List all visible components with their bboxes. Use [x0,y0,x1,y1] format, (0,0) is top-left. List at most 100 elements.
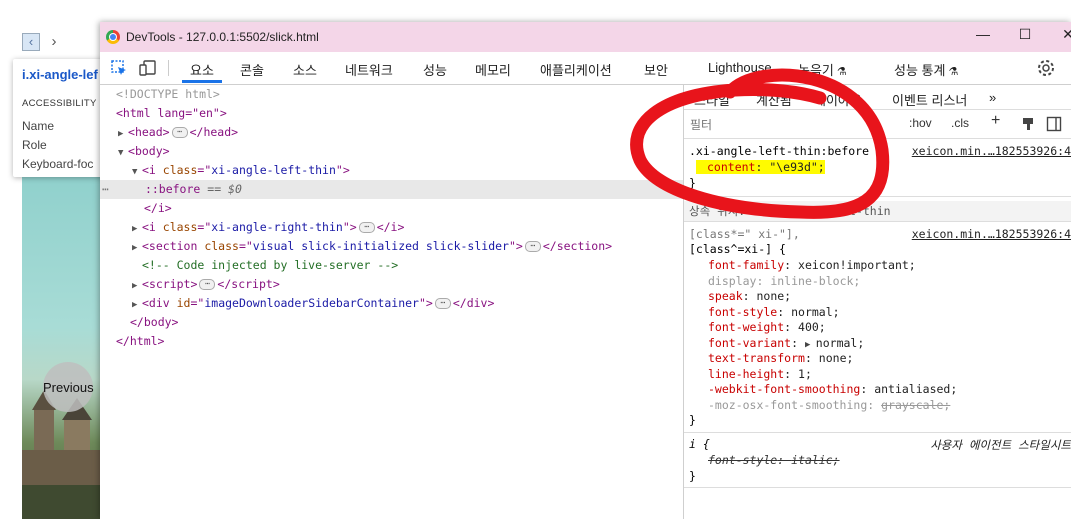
script-close-tag-name: script [231,277,273,291]
close-icon[interactable]: ✕ [1057,26,1071,43]
decl-prop[interactable]: -webkit-font-smoothing [708,382,860,396]
arrow-left-icon[interactable]: ‹ [22,33,40,51]
dom-line-i-close[interactable]: </i> [100,199,683,218]
paint-brush-icon[interactable] [1020,116,1036,132]
decl-value[interactable]: inline-block; [770,274,860,288]
dom-line-section[interactable]: ▶ <section class="visual slick-initialize… [100,237,683,256]
subtab-styles[interactable]: 스타일 [694,90,730,109]
tab-memory[interactable]: 메모리 [475,60,511,79]
decl-value[interactable]: antialiased; [874,382,957,396]
rule2-decl-font-style[interactable]: font-style: normal; [708,305,840,321]
tab-performance-insights[interactable]: 성능 통계 ⚗ [894,60,958,79]
styles-filter-input[interactable] [688,114,900,135]
hov-button[interactable]: :hov [909,116,932,130]
tab-elements[interactable]: 요소 [190,60,214,79]
tab-lighthouse[interactable]: Lighthouse [708,60,772,75]
tab-network[interactable]: 네트워크 [345,60,393,79]
decl-prop[interactable]: line-height [708,367,784,381]
decl-prop[interactable]: font-style [708,453,777,467]
add-rule-icon[interactable]: + [991,112,1000,130]
rule2-decl-speak[interactable]: speak: none; [708,289,791,305]
dom-line-comment[interactable]: <!-- Code injected by live-server --> [100,256,683,275]
rule2-selector2[interactable]: [class^=xi-] { [689,242,786,258]
rule3-declaration[interactable]: font-style: italic; [708,453,840,469]
dom-line-script[interactable]: ▶ <script> ⋯ </script> [100,275,683,294]
inspect-element-icon[interactable] [110,59,128,77]
collapsed-content-icon[interactable]: ⋯ [524,241,541,252]
dom-line-i-right[interactable]: ▶ <i class="xi-angle-right-thin"> ⋯ </i> [100,218,683,237]
settings-gear-icon[interactable] [1037,59,1055,77]
more-options-icon[interactable]: ⋯ [100,182,109,196]
collapsed-content-icon[interactable]: ⋯ [171,127,188,138]
dom-line-body[interactable]: ▼ <body> [100,142,683,161]
dom-line-i-left[interactable]: ▼ <i class="xi-angle-left-thin"> [100,161,683,180]
tooltip-row-keyboard: Keyboard-foc [22,157,94,171]
tab-security[interactable]: 보안 [644,60,668,79]
decl-value[interactable]: 1; [798,367,812,381]
dom-line-head[interactable]: ▶ <head> ⋯ </head> [100,123,683,142]
rule2-decl-moz-smoothing[interactable]: -moz-osx-font-smoothing: grayscale; [708,398,950,414]
decl-value[interactable]: grayscale; [881,398,950,412]
rule1-selector[interactable]: .xi-angle-left-thin:before { [689,144,883,160]
rule1-declaration[interactable]: content: "\e93d"; [696,160,825,176]
dom-line-body-close[interactable]: </body> [100,313,683,332]
subtab-computed[interactable]: 계산됨 [756,90,792,109]
rule2-decl-font-weight[interactable]: font-weight: 400; [708,320,826,336]
rule2-decl-font-variant[interactable]: font-variant: ▶ normal; [708,336,864,352]
collapsed-content-icon[interactable]: ⋯ [434,298,451,309]
dom-line-before-selected[interactable]: ⋯::before == $0 [100,180,683,199]
rule1-source-link[interactable]: xeicon.min.…182553926:4 [912,144,1071,158]
cls-button[interactable]: .cls [951,116,969,130]
rule2-source-link[interactable]: xeicon.min.…182553926:4 [912,227,1071,241]
rule2-decl-webkit-smoothing[interactable]: -webkit-font-smoothing: antialiased; [708,382,957,398]
subtab-layout[interactable]: 레이아웃 [814,90,862,109]
decl-value[interactable]: xeicon!important; [798,258,916,272]
collapsed-content-icon[interactable]: ⋯ [199,279,216,290]
rule1-prop[interactable]: content [696,160,755,174]
arrow-right-icon[interactable]: › [46,34,62,50]
minimize-icon[interactable]: — [972,26,994,42]
decl-prop[interactable]: font-variant [708,336,791,350]
decl-prop[interactable]: display [708,274,756,288]
subtab-more-icon[interactable]: » [989,90,996,105]
tab-recorder[interactable]: 녹음기 ⚗ [798,60,847,79]
decl-value[interactable]: 400; [798,320,826,334]
toggle-sidebar-icon[interactable] [1046,116,1062,132]
decl-prop[interactable]: font-family [708,258,784,272]
collapsed-content-icon[interactable]: ⋯ [358,222,375,233]
decl-value[interactable]: italic; [791,453,839,467]
decl-prop[interactable]: speak [708,289,743,303]
decl-value[interactable]: none; [756,289,791,303]
maximize-icon[interactable]: ☐ [1014,26,1036,43]
decl-prop[interactable]: font-weight [708,320,784,334]
dom-line-html[interactable]: <html lang="en"> [100,104,683,123]
decl-value[interactable]: normal; [816,336,864,350]
rule2-decl-font-family[interactable]: font-family: xeicon!important; [708,258,916,274]
decl-prop[interactable]: font-style [708,305,777,319]
dom-line-html-close[interactable]: </html> [100,332,683,351]
rule2-decl-text-transform[interactable]: text-transform: none; [708,351,853,367]
styles-filter-bar: :hov .cls + [684,109,1071,139]
previous-label[interactable]: Previous [43,380,94,395]
rule1-value[interactable]: "\e93d"; [769,160,824,174]
dom-line-div[interactable]: ▶ <div id="imageDownloaderSidebarContaine… [100,294,683,313]
decl-prop[interactable]: -moz-osx-font-smoothing [708,398,867,412]
decl-prop[interactable]: text-transform [708,351,805,365]
title-bar[interactable]: DevTools - 127.0.0.1:5502/slick.html — ☐… [100,22,1071,52]
subtab-event-listeners[interactable]: 이벤트 리스너 [892,90,967,109]
dom-line-doctype[interactable]: <!DOCTYPE html> [100,85,683,104]
decl-value[interactable]: normal; [791,305,839,319]
rule2-decl-line-height[interactable]: line-height: 1; [708,367,812,383]
tab-application[interactable]: 애플리케이션 [540,60,612,79]
tab-performance[interactable]: 성능 [423,60,447,79]
rule2-selector1[interactable]: [class*=" xi-"], [689,227,800,243]
tab-sources[interactable]: 소스 [293,60,317,79]
expand-triangle-icon[interactable]: ▶ [805,340,816,350]
before-eq: == $0 [207,182,242,196]
device-toolbar-icon[interactable] [139,59,157,77]
i-left-class-value: xi-angle-left-thin [211,163,336,177]
tab-console[interactable]: 콘솔 [240,60,264,79]
rule2-decl-display[interactable]: display: inline-block; [708,274,860,290]
rule3-selector[interactable]: i { [689,437,710,453]
decl-value[interactable]: none; [819,351,854,365]
